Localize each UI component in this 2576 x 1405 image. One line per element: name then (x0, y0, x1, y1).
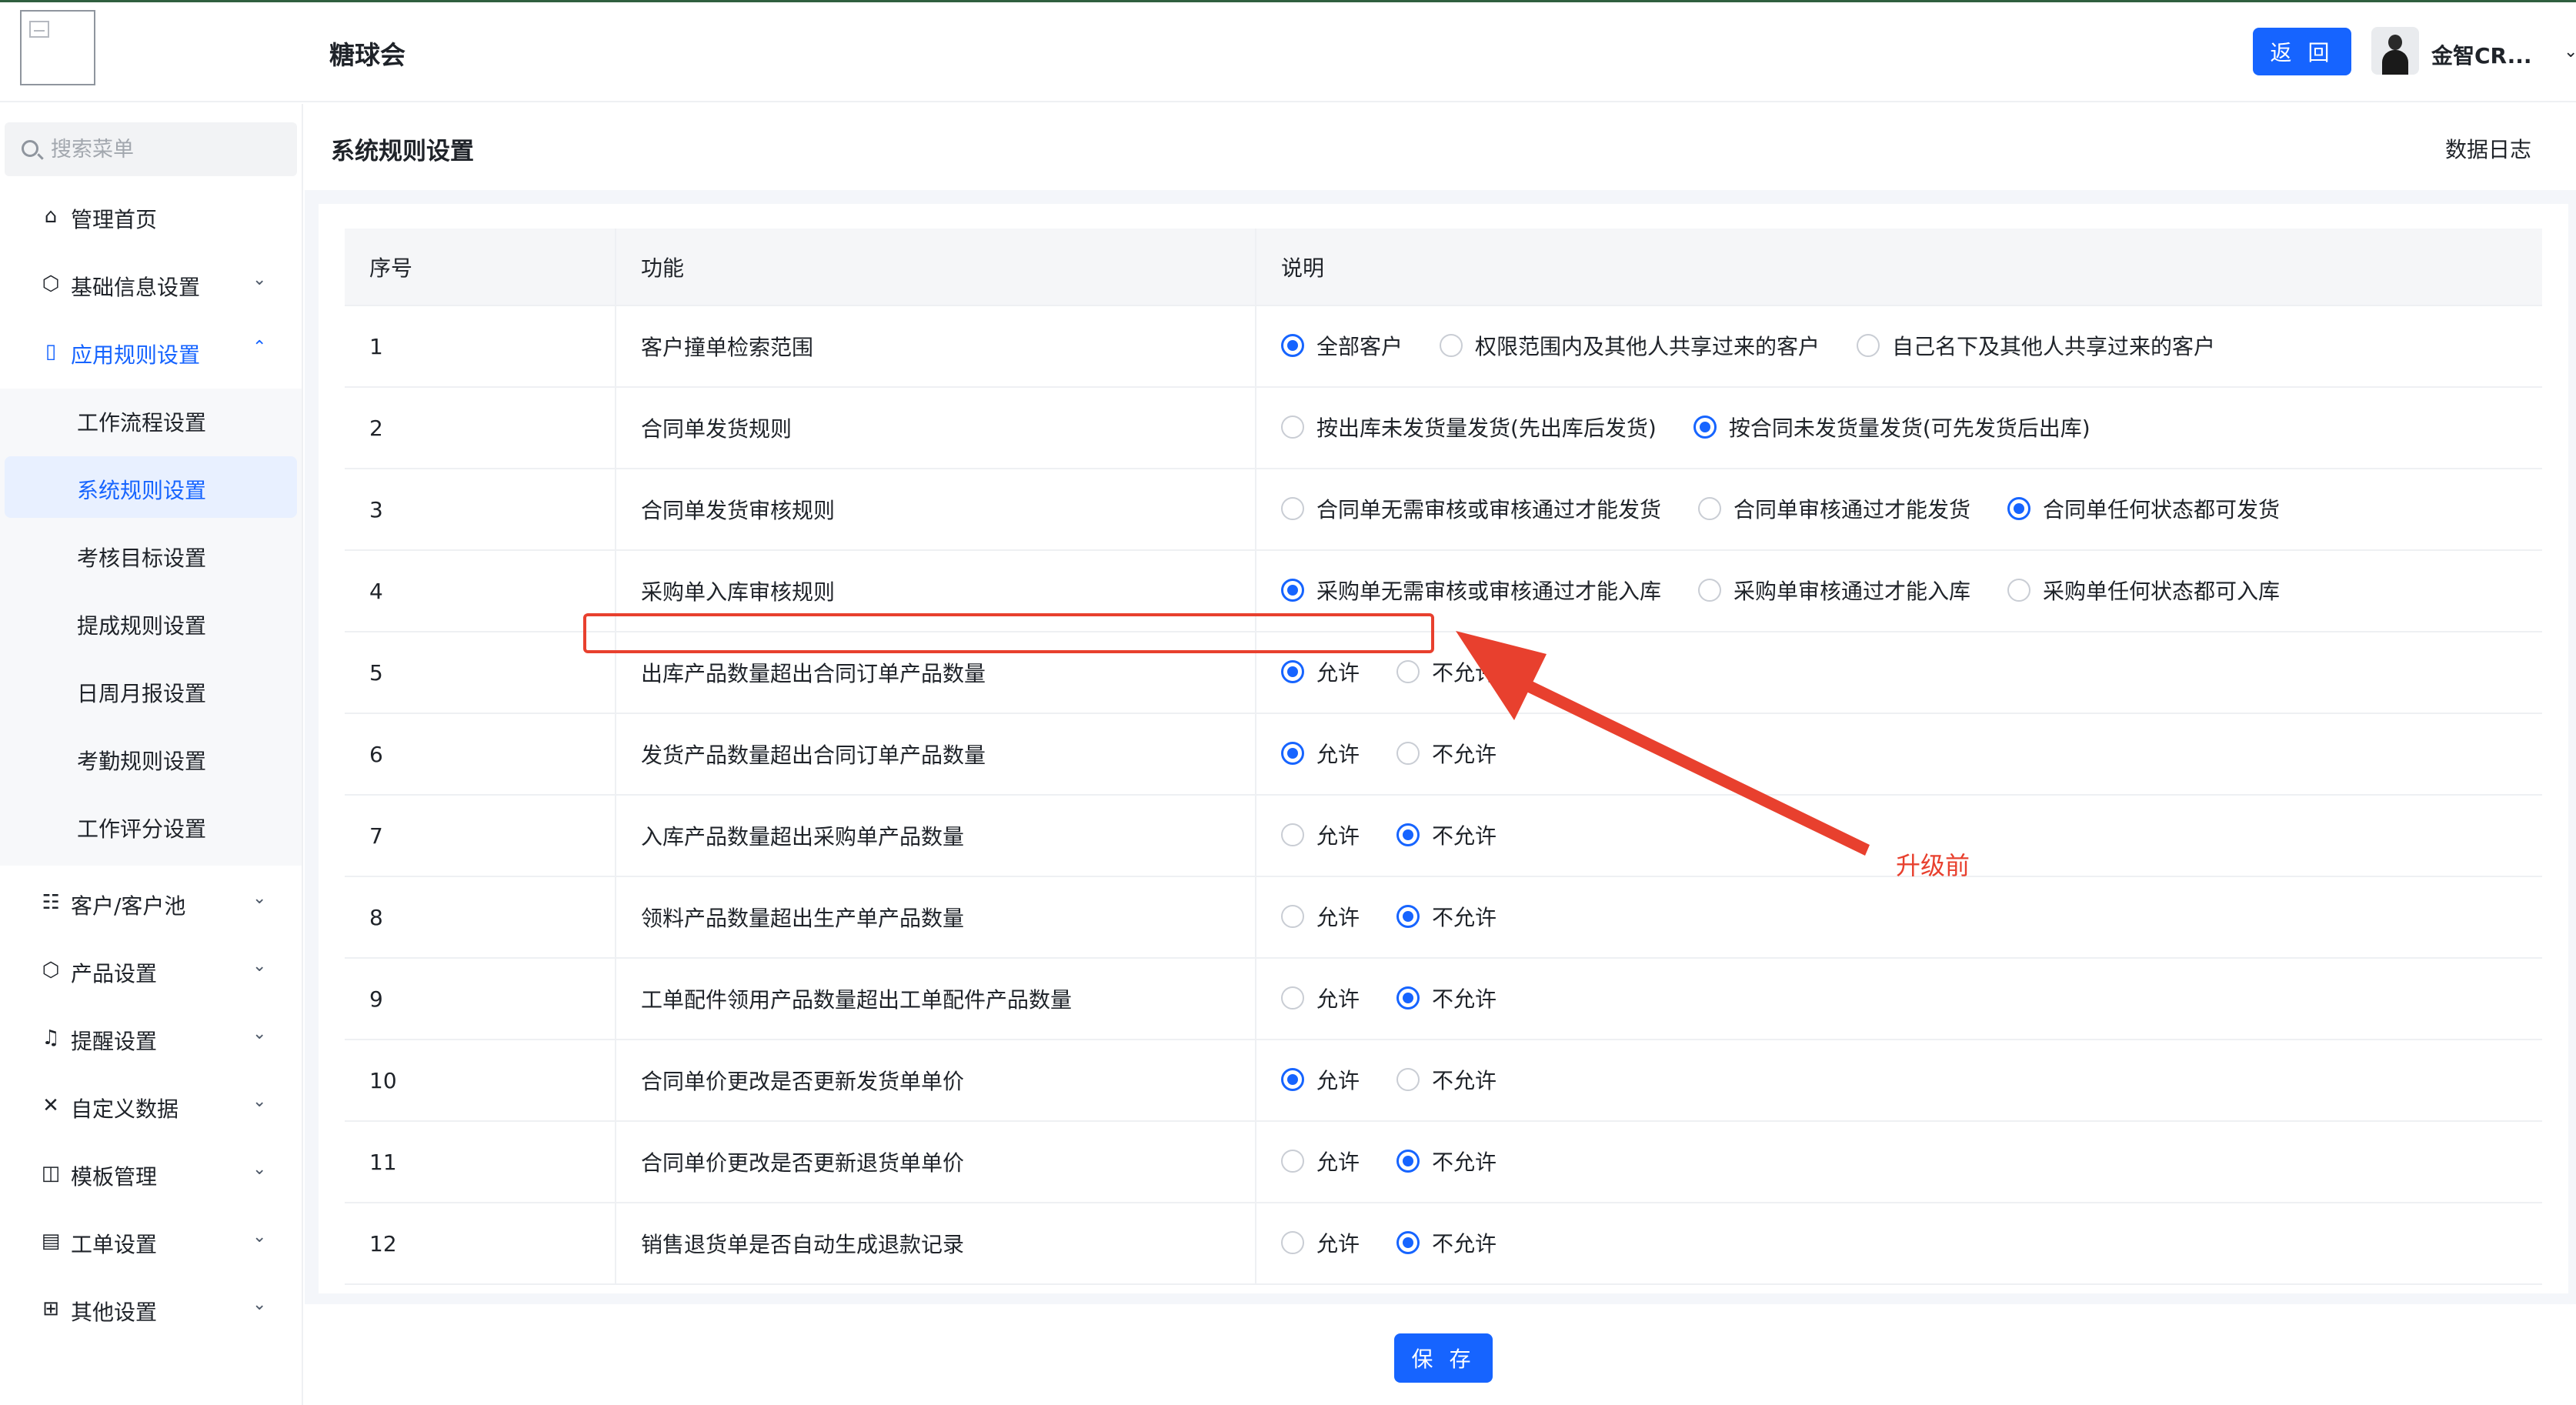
annotation-arrow-icon (1456, 631, 1870, 856)
annotation-label: 升级前 (1896, 851, 1970, 880)
